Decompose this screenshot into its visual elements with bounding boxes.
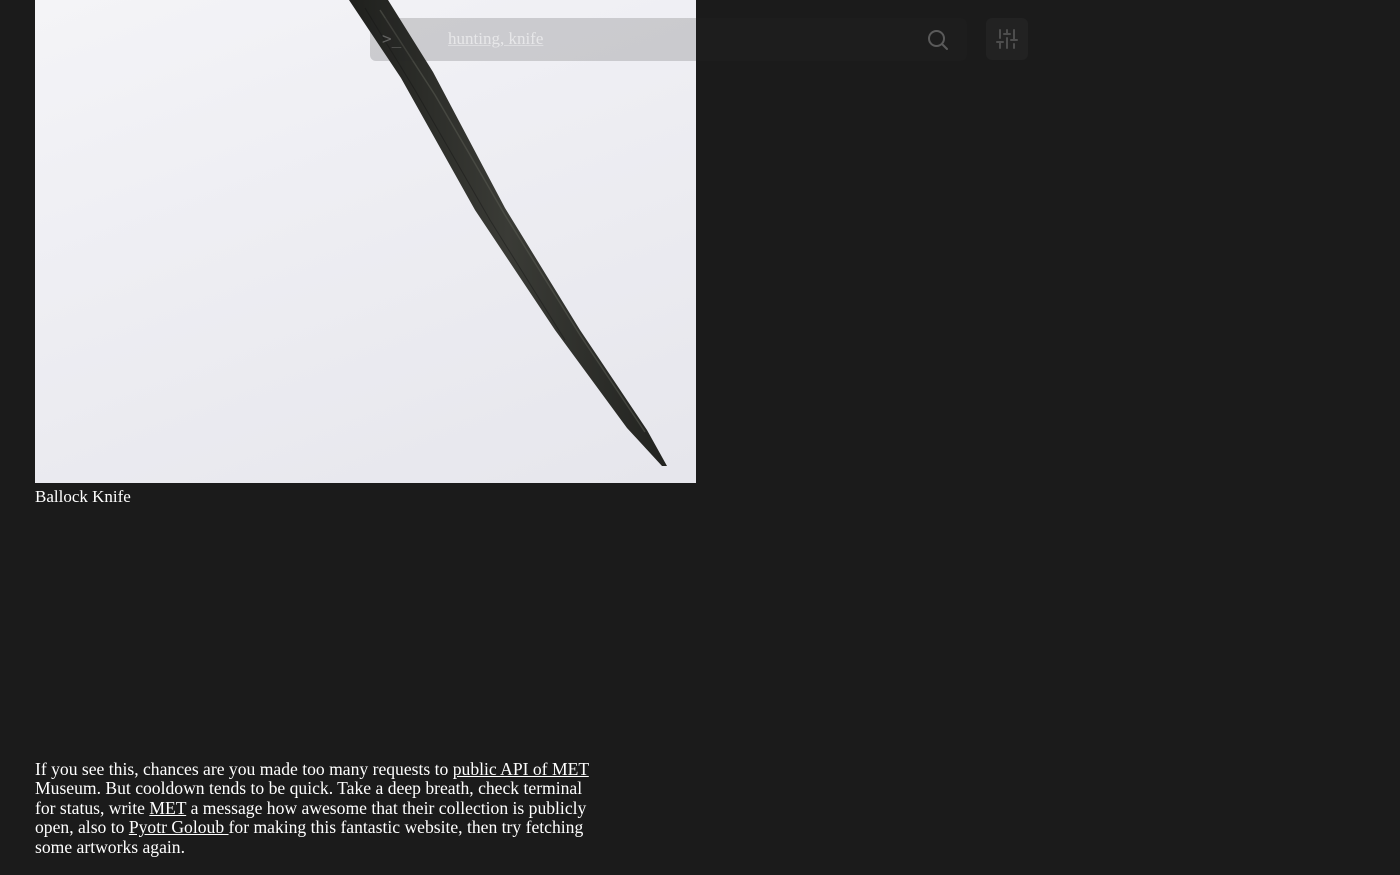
message-text: If you see this, chances are you made to… [35, 758, 453, 779]
page: Ballock Knife >_ If y [0, 0, 1400, 875]
rate-limit-message: If you see this, chances are you made to… [35, 758, 595, 858]
filter-button[interactable] [986, 18, 1028, 60]
met-api-link[interactable]: public API of MET [453, 759, 589, 779]
knife-blade-graphic [349, 0, 667, 466]
sliders-icon [996, 29, 1018, 49]
met-link[interactable]: MET [149, 798, 186, 818]
artwork-image[interactable] [35, 0, 696, 483]
search-bar: >_ [370, 18, 967, 61]
terminal-prompt-icon: >_ [382, 29, 402, 48]
search-icon[interactable] [926, 28, 950, 52]
artwork-title[interactable]: Ballock Knife [35, 486, 131, 508]
author-link[interactable]: Pyotr Goloub [129, 817, 229, 837]
search-input[interactable] [448, 26, 908, 52]
